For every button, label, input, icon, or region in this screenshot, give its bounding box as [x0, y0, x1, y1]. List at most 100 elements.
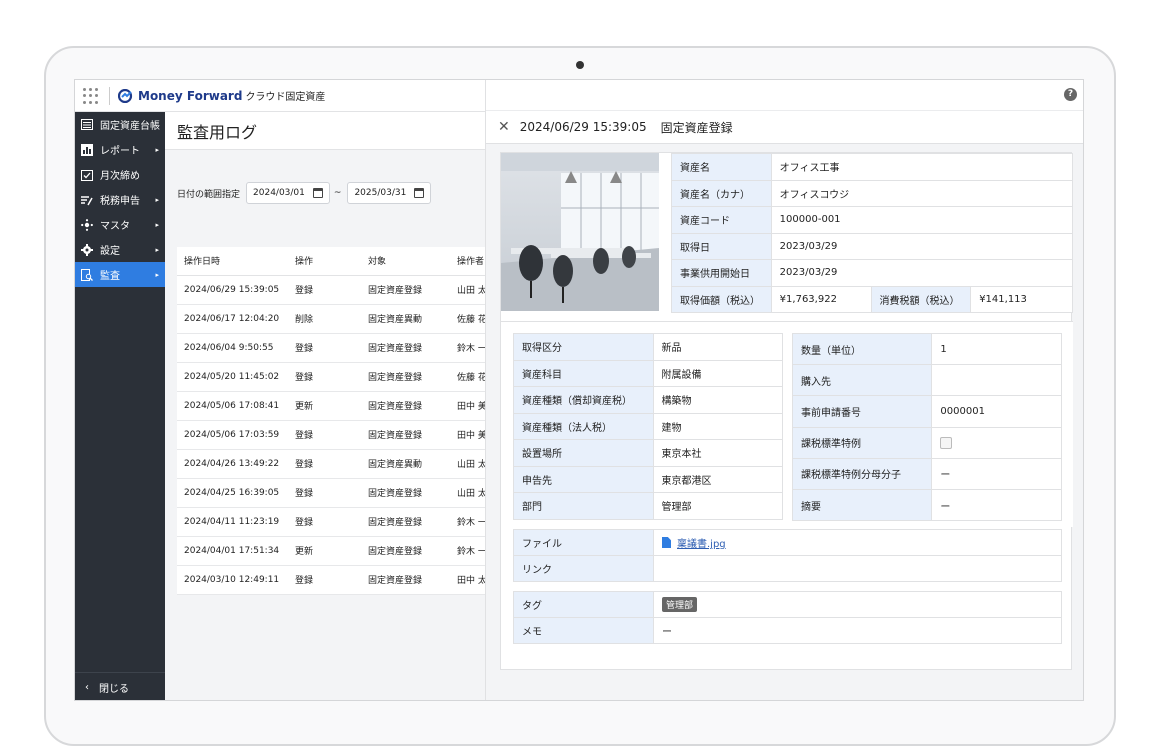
chevron-left-icon: ‹: [85, 682, 89, 693]
end-date-value: 2025/03/31: [354, 188, 407, 198]
calendar-icon[interactable]: [414, 188, 425, 198]
detail-label: 資産科目: [513, 359, 654, 387]
cell-action: 登録: [288, 420, 361, 450]
filter-label: 日付の範囲指定: [177, 189, 241, 200]
detail-value: 東京本社: [652, 439, 783, 467]
asset-name-label: 資産名: [671, 153, 772, 181]
detail-value: 附属設備: [652, 359, 783, 387]
service-start-value: 2023/03/29: [770, 259, 1074, 287]
table-row[interactable]: 2024/04/01 17:51:34 更新 固定資産登録 鈴木 一: [177, 536, 497, 566]
column-header[interactable]: 操作日時: [177, 247, 288, 276]
cell-action: 登録: [288, 478, 361, 508]
table-row[interactable]: 2024/06/29 15:39:05 登録 固定資産登録 山田 太: [177, 275, 497, 305]
table-row[interactable]: 2024/06/17 12:04:20 削除 固定資産異動 佐藤 花: [177, 304, 497, 334]
acquire-price-label: 取得価額（税込）: [671, 285, 772, 313]
memo-value: ー: [653, 617, 1062, 644]
cell-target: 固定資産登録: [361, 478, 450, 508]
cell-datetime: 2024/04/01 17:51:34: [177, 536, 288, 566]
app-grid-icon[interactable]: [83, 87, 101, 105]
asset-code-label: 資産コード: [671, 206, 772, 234]
cell-datetime: 2024/06/04 9:50:55: [177, 333, 288, 363]
table-row[interactable]: 2024/03/10 12:49:11 登録 固定資産登録 田中 太: [177, 565, 497, 595]
date-range-filter: 日付の範囲指定 2024/03/01 ~ 2025/03/31: [177, 182, 432, 204]
app-logo[interactable]: Money Forward クラウド固定資産: [118, 88, 325, 103]
cell-target: 固定資産登録: [361, 275, 450, 305]
cell-action: 登録: [288, 507, 361, 537]
tax-icon: [81, 194, 93, 206]
sidebar-item-audit[interactable]: 監査 ▸: [75, 262, 165, 287]
cell-target: 固定資産登録: [361, 391, 450, 421]
expand-arrow-icon: ▸: [155, 220, 159, 229]
cell-action: 削除: [288, 304, 361, 334]
table-row[interactable]: 2024/05/06 17:08:41 更新 固定資産登録 田中 美: [177, 391, 497, 421]
expand-arrow-icon: ▸: [155, 195, 159, 204]
help-icon[interactable]: ?: [1064, 88, 1077, 101]
cell-datetime: 2024/06/29 15:39:05: [177, 275, 288, 305]
cell-action: 更新: [288, 391, 361, 421]
detail-value: ー: [931, 488, 1062, 522]
table-row[interactable]: 2024/05/20 11:45:02 登録 固定資産登録 佐藤 花: [177, 362, 497, 392]
table-row[interactable]: 2024/05/06 17:03:59 登録 固定資産登録 田中 美: [177, 420, 497, 450]
cell-datetime: 2024/05/06 17:03:59: [177, 420, 288, 450]
asset-detail-body: 資産名 オフィス工事 資産名（カナ） オフィスコウジ 資産コード 100000-001…: [500, 152, 1074, 670]
asset-detail-section: 取得区分 新品 資産科目 附属設備 資産種類（償却資産税） 構築物 資産種類（法人税）…: [501, 321, 1073, 527]
detail-value: 東京都港区: [652, 465, 783, 493]
sidebar-item-label: 設定: [100, 246, 120, 257]
sidebar: 固定資産台帳 レポート ▸ 月次締め 税務申告 ▸ マスタ ▸ 設定 ▸ 監査 …: [75, 112, 165, 700]
cell-action: 登録: [288, 362, 361, 392]
cell-target: 固定資産登録: [361, 507, 450, 537]
table-row[interactable]: 2024/06/04 9:50:55 登録 固定資産登録 鈴木 一: [177, 333, 497, 363]
detail-panel: ? ✕ 2024/06/29 15:39:05 固定資産登録 資産名 オフィス工…: [485, 80, 1083, 700]
asset-basic-info: 資産名 オフィス工事 資産名（カナ） オフィスコウジ 資産コード 100000-001…: [671, 153, 1074, 313]
page-title-bar: 監査用ログ: [165, 112, 485, 150]
sidebar-item-label: 税務申告: [100, 196, 140, 207]
expand-arrow-icon: ▸: [155, 270, 159, 279]
sidebar-item-master[interactable]: マスタ ▸: [75, 212, 165, 237]
close-label: 閉じる: [99, 684, 129, 695]
sidebar-item-report[interactable]: レポート ▸: [75, 137, 165, 162]
range-separator: ~: [333, 188, 342, 198]
calendar-icon[interactable]: [312, 188, 323, 198]
file-link[interactable]: 稟議書.jpg: [677, 539, 726, 550]
sidebar-close-button[interactable]: ‹ 閉じる: [75, 672, 165, 700]
cell-datetime: 2024/05/20 11:45:02: [177, 362, 288, 392]
main-content: 監査用ログ 日付の範囲指定 2024/03/01 ~ 2025/03/31 操作…: [165, 112, 497, 700]
tax-amount-label: 消費税額（税込）: [870, 285, 972, 313]
memo-label: メモ: [513, 617, 654, 644]
table-row[interactable]: 2024/04/26 13:49:22 登録 固定資産異動 山田 太: [177, 449, 497, 479]
sidebar-item-monthly-close[interactable]: 月次締め: [75, 162, 165, 187]
asset-detail-right: 数量（単位） 1 購入先 事前申請番号 0000001 課税標準特例 課税標準特例分…: [791, 332, 1062, 522]
sidebar-item-tax[interactable]: 税務申告 ▸: [75, 187, 165, 212]
tag-badge[interactable]: 管理部: [662, 597, 698, 612]
audit-icon: [81, 268, 93, 281]
tax-standard-checkbox[interactable]: [940, 436, 953, 449]
table-row[interactable]: 2024/04/25 16:39:05 登録 固定資産登録 山田 太: [177, 478, 497, 508]
logo-icon: [118, 88, 133, 103]
detail-value: 建物: [652, 412, 783, 440]
column-header[interactable]: 操作: [288, 247, 361, 276]
detail-value: 1: [931, 332, 1062, 366]
detail-value: ー: [931, 457, 1062, 490]
log-timestamp: 2024/06/29 15:39:05: [519, 120, 647, 134]
cell-datetime: 2024/05/06 17:08:41: [177, 391, 288, 421]
asset-photo: [501, 153, 659, 311]
end-date-field[interactable]: 2025/03/31: [347, 182, 432, 204]
start-date-field[interactable]: 2024/03/01: [246, 182, 330, 204]
detail-value: 新品: [652, 333, 783, 361]
close-icon[interactable]: ✕: [498, 119, 510, 135]
cell-target: 固定資産登録: [361, 362, 450, 392]
sidebar-item-label: 固定資産台帳: [100, 121, 160, 132]
app-screen: Money Forward クラウド固定資産 固定資産台帳 レポート ▸ 月次締…: [74, 79, 1084, 701]
divider: [109, 86, 110, 105]
sidebar-item-ledger[interactable]: 固定資産台帳: [75, 112, 165, 137]
detail-label: 申告先: [513, 465, 654, 493]
tax-amount-value: ¥141,113: [970, 285, 1073, 313]
sidebar-item-settings[interactable]: 設定 ▸: [75, 237, 165, 262]
detail-label: 購入先: [791, 364, 933, 397]
sidebar-item-label: 監査: [100, 271, 120, 282]
expand-arrow-icon: ▸: [155, 145, 159, 154]
table-row[interactable]: 2024/04/11 11:23:19 登録 固定資産登録 鈴木 一: [177, 507, 497, 537]
asset-name-value: オフィス工事: [770, 153, 1074, 181]
column-header[interactable]: 対象: [361, 247, 450, 276]
log-title: 固定資産登録: [660, 120, 733, 135]
